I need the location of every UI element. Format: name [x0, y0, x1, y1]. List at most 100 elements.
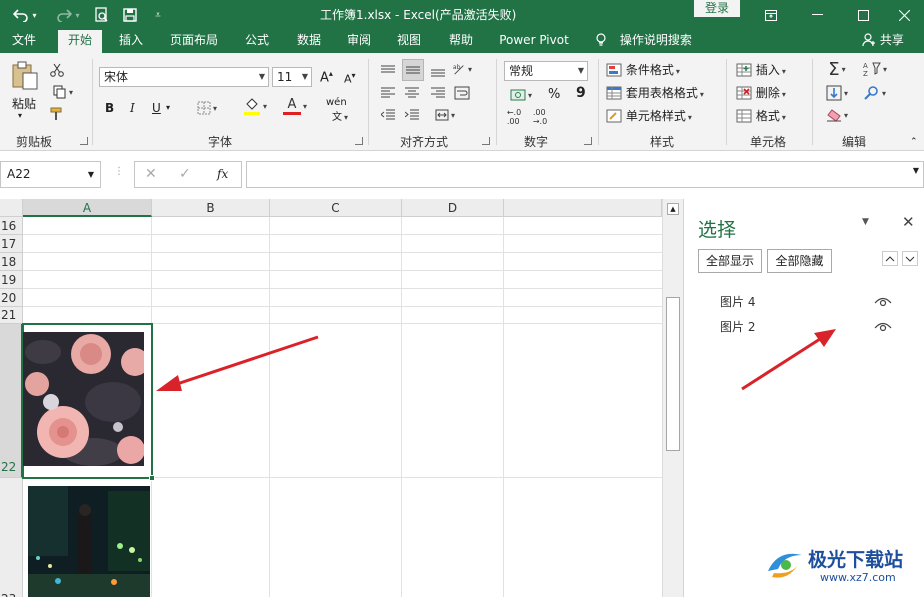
orientation-icon[interactable]: ab ▾ — [452, 59, 472, 79]
column-header-b[interactable]: B — [152, 199, 270, 217]
decrease-indent-icon[interactable] — [378, 105, 398, 125]
row-header-20[interactable]: 20 — [0, 289, 23, 307]
row-header-21[interactable]: 21 — [0, 307, 23, 324]
send-backward-icon[interactable] — [902, 251, 918, 266]
insert-cells-button[interactable]: 插入 ▾ — [736, 61, 786, 78]
number-launcher-icon[interactable] — [584, 137, 592, 145]
cell-styles-button[interactable]: 单元格样式 ▾ — [606, 107, 692, 124]
increase-decimal-icon[interactable]: ←.0.00 — [504, 107, 524, 127]
paste-dropdown-icon[interactable]: ▾ — [18, 111, 22, 120]
fill-color-icon[interactable]: ▾ — [238, 95, 272, 117]
column-header-e[interactable] — [504, 199, 662, 217]
login-button[interactable]: 登录 — [694, 0, 740, 17]
name-box[interactable]: A22 ▼ — [0, 161, 101, 188]
hide-all-button[interactable]: 全部隐藏 — [767, 249, 832, 273]
format-cells-button[interactable]: 格式 ▾ — [736, 107, 786, 124]
column-header-d[interactable]: D — [402, 199, 504, 217]
ribbon-display-options-icon[interactable] — [748, 0, 794, 30]
picture-night-city[interactable] — [28, 486, 150, 597]
undo-icon[interactable]: ▾ — [8, 0, 42, 30]
font-name-combo[interactable]: 宋体 ▼ — [99, 67, 269, 87]
eye-icon[interactable] — [874, 294, 892, 308]
paste-icon[interactable] — [10, 61, 40, 91]
sort-filter-icon[interactable]: A Z ▾ — [858, 59, 892, 79]
eye-icon[interactable] — [874, 319, 892, 333]
tab-home[interactable]: 开始 — [58, 30, 102, 53]
redo-icon[interactable]: ▾ — [52, 0, 84, 30]
maximize-icon[interactable] — [840, 0, 886, 30]
tell-me-search[interactable]: 操作说明搜索 — [596, 30, 702, 53]
tab-review[interactable]: 审阅 — [338, 30, 380, 53]
tab-formulas[interactable]: 公式 — [236, 30, 278, 53]
underline-button[interactable]: U — [152, 101, 161, 115]
autosum-icon[interactable]: Σ ▾ — [820, 59, 854, 80]
pane-options-icon[interactable]: ▼ — [862, 217, 869, 227]
row-header-23[interactable]: 23 — [0, 478, 23, 597]
tab-insert[interactable]: 插入 — [110, 30, 152, 53]
scroll-up-icon[interactable]: ▲ — [667, 203, 679, 215]
row-header-18[interactable]: 18 — [0, 253, 23, 271]
bring-forward-icon[interactable] — [882, 251, 898, 266]
decrease-font-size-button[interactable]: A▾ — [344, 71, 356, 86]
vertical-scrollbar[interactable]: ▲ — [662, 199, 683, 597]
customize-qat-icon[interactable]: ⩡ — [150, 0, 166, 30]
formula-input[interactable]: ▼ — [246, 161, 924, 188]
accounting-format-icon[interactable]: ▾ — [504, 85, 538, 105]
align-right-icon[interactable] — [428, 83, 448, 103]
print-preview-icon[interactable] — [92, 0, 112, 30]
find-select-icon[interactable]: ▾ — [858, 83, 892, 103]
row-header-17[interactable]: 17 — [0, 235, 23, 253]
merge-center-icon[interactable]: ▾ — [428, 105, 462, 125]
format-painter-icon[interactable] — [48, 105, 66, 123]
column-header-c[interactable]: C — [270, 199, 402, 217]
phonetic-guide-button[interactable]: wén 文 ▾ — [326, 97, 348, 123]
collapse-ribbon-icon[interactable]: ⌃ — [910, 137, 918, 147]
confirm-entry-icon[interactable]: ✓ — [179, 166, 191, 182]
wrap-text-icon[interactable] — [452, 83, 472, 103]
top-align-icon[interactable] — [378, 61, 398, 81]
column-header-a[interactable]: A — [23, 199, 152, 217]
select-all-button[interactable] — [0, 199, 23, 217]
bottom-align-icon[interactable] — [428, 61, 448, 81]
italic-button[interactable]: I — [130, 101, 135, 115]
pane-close-icon[interactable]: ✕ — [902, 213, 915, 231]
fill-handle[interactable] — [149, 475, 155, 481]
increase-indent-icon[interactable] — [402, 105, 422, 125]
copy-icon[interactable]: ▾ — [48, 83, 78, 101]
expand-formula-bar-icon[interactable]: ▼ — [913, 166, 919, 175]
conditional-formatting-button[interactable]: 条件格式 ▾ — [606, 61, 680, 78]
insert-function-button[interactable]: fx — [217, 167, 228, 181]
underline-dropdown-icon[interactable]: ▾ — [166, 103, 170, 112]
pane-item-picture-4[interactable]: 图片 4 — [720, 293, 755, 310]
tab-data[interactable]: 数据 — [288, 30, 330, 53]
show-all-button[interactable]: 全部显示 — [698, 249, 762, 273]
format-as-table-button[interactable]: 套用表格格式 ▾ — [606, 84, 704, 101]
tab-file[interactable]: 文件 — [4, 30, 44, 53]
tab-help[interactable]: 帮助 — [440, 30, 482, 53]
align-center-icon[interactable] — [402, 83, 422, 103]
cut-icon[interactable] — [48, 61, 66, 79]
font-color-button[interactable]: A ▾ — [278, 95, 312, 117]
percent-style-button[interactable]: % — [548, 87, 560, 102]
tab-view[interactable]: 视图 — [388, 30, 430, 53]
close-icon[interactable] — [884, 0, 924, 30]
align-left-icon[interactable] — [378, 83, 398, 103]
alignment-launcher-icon[interactable] — [482, 137, 490, 145]
decrease-decimal-icon[interactable]: .00 →.0 — [530, 107, 550, 127]
delete-cells-button[interactable]: 删除 ▾ — [736, 84, 786, 101]
comma-style-button[interactable]: 9 — [576, 85, 586, 101]
borders-icon[interactable]: ▾ — [192, 99, 222, 117]
row-header-16[interactable]: 16 — [0, 217, 23, 235]
row-header-22[interactable]: 22 — [0, 324, 23, 478]
worksheet-grid[interactable]: A B C D 16 17 18 19 20 21 22 23 — [0, 199, 662, 597]
tab-page-layout[interactable]: 页面布局 — [164, 30, 224, 53]
clipboard-launcher-icon[interactable] — [80, 137, 88, 145]
picture-roses[interactable] — [23, 332, 144, 466]
increase-font-size-button[interactable]: A▴ — [320, 69, 333, 85]
fill-icon[interactable]: ▾ — [820, 83, 854, 103]
font-launcher-icon[interactable] — [355, 137, 363, 145]
number-format-combo[interactable]: 常规 ▼ — [504, 61, 588, 81]
save-icon[interactable] — [120, 0, 140, 30]
clear-icon[interactable]: ▾ — [820, 105, 854, 125]
font-size-combo[interactable]: 11 ▼ — [272, 67, 312, 87]
